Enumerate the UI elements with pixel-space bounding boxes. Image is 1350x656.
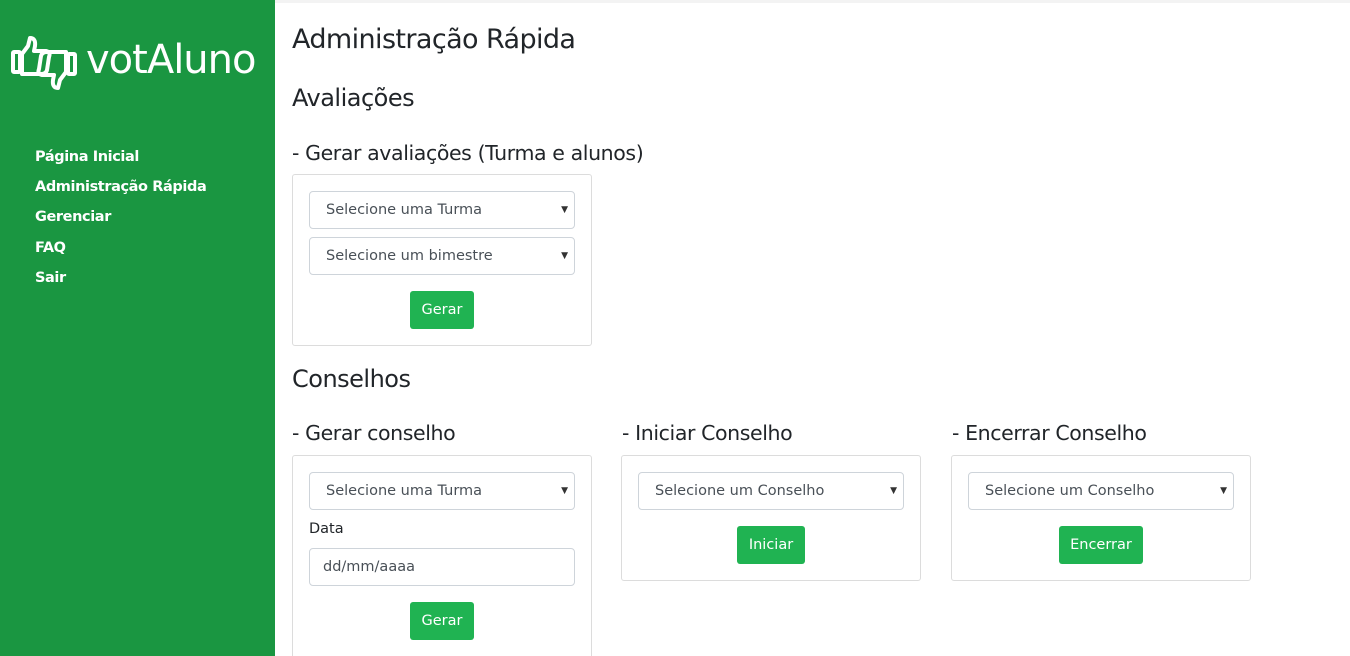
sidebar-link[interactable]: Gerenciar	[35, 209, 111, 225]
thumbs-up-down-icon	[11, 36, 77, 90]
caret-down-icon: ▼	[561, 486, 568, 496]
bimestre-select[interactable]: Selecione um bimestre ▼	[309, 237, 575, 275]
iniciar-conselho-card: Selecione um Conselho ▼ Iniciar	[621, 455, 921, 581]
bimestre-select-value: Selecione um bimestre	[326, 248, 493, 264]
caret-down-icon: ▼	[1220, 486, 1227, 496]
sidebar-link[interactable]: FAQ	[35, 240, 66, 256]
avaliacoes-heading: Avaliações	[292, 84, 415, 112]
sidebar-item-gerenciar[interactable]: Gerenciar	[35, 205, 206, 235]
gerar-avaliacoes-card: Selecione uma Turma ▼ Selecione um bimes…	[292, 174, 592, 346]
encerrar-conselho-button[interactable]: Encerrar	[1059, 526, 1143, 564]
data-label: Data	[309, 521, 344, 537]
page-title: Administração Rápida	[292, 24, 576, 55]
brand-logo[interactable]: votAluno	[10, 30, 265, 92]
encerrar-conselho-select[interactable]: Selecione um Conselho ▼	[968, 472, 1234, 510]
data-input-placeholder: dd/mm/aaaa	[323, 559, 415, 575]
data-input[interactable]: dd/mm/aaaa	[309, 548, 575, 586]
gerar-conselho-card: Selecione uma Turma ▼ Data dd/mm/aaaa Ge…	[292, 455, 592, 656]
sidebar: votAluno Página Inicial Administração Rá…	[0, 0, 275, 656]
sidebar-item-pagina-inicial[interactable]: Página Inicial	[35, 145, 206, 175]
caret-down-icon: ▼	[561, 205, 568, 215]
sidebar-item-sair[interactable]: Sair	[35, 266, 206, 296]
conselho-turma-select[interactable]: Selecione uma Turma ▼	[309, 472, 575, 510]
iniciar-conselho-select[interactable]: Selecione um Conselho ▼	[638, 472, 904, 510]
sidebar-nav: Página Inicial Administração Rápida Gere…	[35, 145, 207, 296]
sidebar-item-administracao-rapida[interactable]: Administração Rápida	[35, 175, 207, 205]
caret-down-icon: ▼	[890, 486, 897, 496]
gerar-avaliacoes-heading: - Gerar avaliações (Turma e alunos)	[292, 141, 644, 165]
gerar-conselho-button[interactable]: Gerar	[410, 602, 474, 640]
iniciar-conselho-heading: - Iniciar Conselho	[622, 421, 793, 445]
sidebar-item-faq[interactable]: FAQ	[35, 236, 206, 266]
iniciar-conselho-button[interactable]: Iniciar	[737, 526, 805, 564]
encerrar-conselho-heading: - Encerrar Conselho	[952, 421, 1147, 445]
encerrar-conselho-card: Selecione um Conselho ▼ Encerrar	[951, 455, 1251, 581]
main-content: Administração Rápida Avaliações - Gerar …	[292, 0, 1350, 656]
sidebar-link[interactable]: Sair	[35, 270, 66, 286]
turma-select[interactable]: Selecione uma Turma ▼	[309, 191, 575, 229]
sidebar-link[interactable]: Administração Rápida	[35, 179, 207, 195]
turma-select-value: Selecione uma Turma	[326, 202, 483, 218]
conselhos-heading: Conselhos	[292, 365, 411, 393]
gerar-avaliacoes-button[interactable]: Gerar	[410, 291, 474, 329]
encerrar-conselho-select-value: Selecione um Conselho	[985, 483, 1155, 499]
gerar-conselho-heading: - Gerar conselho	[292, 421, 456, 445]
sidebar-link[interactable]: Página Inicial	[35, 149, 139, 165]
iniciar-conselho-select-value: Selecione um Conselho	[655, 483, 825, 499]
caret-down-icon: ▼	[561, 251, 568, 261]
brand-name: votAluno	[86, 37, 256, 83]
conselho-turma-select-value: Selecione uma Turma	[326, 483, 483, 499]
